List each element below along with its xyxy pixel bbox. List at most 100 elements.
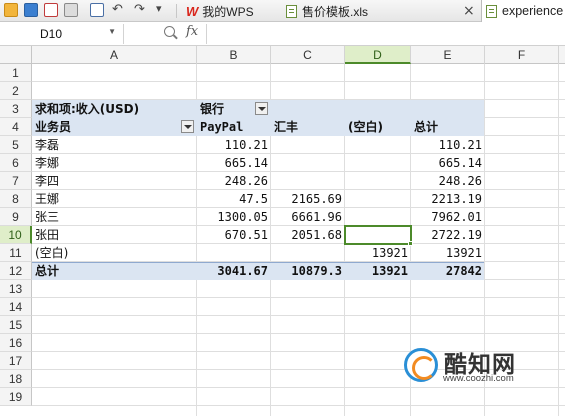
row-header[interactable]: 16 [0, 334, 32, 352]
redo-icon[interactable]: ↷ [134, 2, 145, 18]
active-cell-selection[interactable] [344, 225, 412, 245]
pivot-col-header[interactable]: 总计 [411, 118, 485, 136]
column-header-c[interactable]: C [271, 46, 345, 64]
row-field-filter-dropdown[interactable] [181, 120, 194, 133]
toolbar-divider [176, 4, 177, 18]
pivot-grand-total-label[interactable]: 总计 [32, 262, 197, 280]
name-box[interactable]: D10 ▼ [0, 24, 124, 44]
pivot-value-cell[interactable]: 2722.19 [411, 226, 485, 244]
chevron-down-icon[interactable]: ▼ [108, 27, 116, 36]
pivot-value-cell[interactable]: 110.21 [197, 136, 271, 154]
print-preview-icon[interactable] [90, 3, 104, 17]
pivot-value-cell[interactable]: 248.26 [197, 172, 271, 190]
pivot-row-field[interactable]: 业务员 [32, 118, 197, 136]
wps-logo-icon: W [186, 3, 199, 19]
row-header[interactable]: 9 [0, 208, 32, 226]
pivot-value-cell[interactable]: 6661.96 [271, 208, 345, 226]
pivot-data-field[interactable]: 求和项:收入(USD) [32, 100, 197, 118]
watermark-logo-icon [404, 348, 438, 382]
pivot-row-label[interactable]: 李四 [32, 172, 197, 190]
pivot-value-cell[interactable]: 2213.19 [411, 190, 485, 208]
tab-price-template[interactable]: 售价模板.xls [286, 1, 456, 21]
row-header[interactable]: 18 [0, 370, 32, 388]
pivot-col-header[interactable]: (空白) [345, 118, 411, 136]
pivot-value-cell[interactable]: 665.14 [411, 154, 485, 172]
pivot-value-cell[interactable] [271, 154, 345, 172]
pivot-grand-total-value[interactable]: 3041.67 [197, 262, 271, 280]
spreadsheet-file-icon [486, 4, 497, 18]
pivot-row-label[interactable]: 李娜 [32, 154, 197, 172]
column-header-f[interactable]: F [485, 46, 559, 64]
select-all-corner[interactable] [0, 46, 32, 64]
row-header[interactable]: 3 [0, 100, 32, 118]
pivot-value-cell[interactable]: 670.51 [197, 226, 271, 244]
customize-toolbar-icon[interactable]: ▾ [156, 1, 162, 17]
tab-my-wps[interactable]: W 我的WPS [186, 1, 274, 21]
row-header[interactable]: 13 [0, 280, 32, 298]
row-header[interactable]: 19 [0, 388, 32, 406]
row-header[interactable]: 12 [0, 262, 32, 280]
formula-bar: D10 ▼ fx [0, 22, 565, 46]
pivot-value-cell[interactable]: 2165.69 [271, 190, 345, 208]
column-field-filter-dropdown[interactable] [255, 102, 268, 115]
folder-open-icon[interactable] [4, 3, 18, 17]
formula-input[interactable] [206, 24, 565, 44]
row-header[interactable]: 4 [0, 118, 32, 136]
export-pdf-icon[interactable] [44, 3, 58, 17]
pivot-col-header[interactable]: PayPal [197, 118, 271, 136]
row-header[interactable]: 11 [0, 244, 32, 262]
pivot-value-cell[interactable]: 665.14 [197, 154, 271, 172]
search-icon[interactable] [164, 26, 175, 37]
function-icon[interactable]: fx [186, 24, 198, 39]
pivot-value-cell[interactable] [271, 136, 345, 154]
row-header[interactable]: 1 [0, 64, 32, 82]
pivot-value-cell[interactable] [197, 244, 271, 262]
fill-handle[interactable] [408, 241, 413, 246]
pivot-value-cell[interactable] [345, 208, 411, 226]
pivot-row-label[interactable]: 张田 [32, 226, 197, 244]
pivot-value-cell[interactable] [345, 154, 411, 172]
tab-experience[interactable]: experience [481, 0, 565, 22]
pivot-row-label[interactable]: 李磊 [32, 136, 197, 154]
pivot-value-cell[interactable]: 2051.68 [271, 226, 345, 244]
pivot-value-cell[interactable] [345, 190, 411, 208]
pivot-value-cell[interactable] [345, 136, 411, 154]
undo-icon[interactable]: ↶ [112, 2, 123, 18]
column-header-e[interactable]: E [411, 46, 485, 64]
tab-experience-label: experience [502, 4, 564, 18]
row-header[interactable]: 8 [0, 190, 32, 208]
row-header[interactable]: 7 [0, 172, 32, 190]
pivot-row-label[interactable]: 王娜 [32, 190, 197, 208]
pivot-value-cell[interactable]: 1300.05 [197, 208, 271, 226]
row-header[interactable]: 2 [0, 82, 32, 100]
column-header-a[interactable]: A [32, 46, 197, 64]
watermark-url: www.coozhi.com [443, 373, 514, 384]
row-header[interactable]: 6 [0, 154, 32, 172]
close-tab-icon[interactable]: × [463, 1, 475, 21]
column-header-b[interactable]: B [197, 46, 271, 64]
pivot-value-cell[interactable]: 7962.01 [411, 208, 485, 226]
row-header[interactable]: 10 [0, 226, 32, 244]
pivot-value-cell[interactable]: 248.26 [411, 172, 485, 190]
pivot-value-cell[interactable] [345, 172, 411, 190]
pivot-value-cell[interactable]: 13921 [411, 244, 485, 262]
tab-price-template-label: 售价模板.xls [302, 4, 369, 19]
row-header[interactable]: 5 [0, 136, 32, 154]
pivot-value-cell[interactable]: 13921 [345, 244, 411, 262]
pivot-grand-total-value[interactable]: 10879.3 [271, 262, 345, 280]
print-icon[interactable] [64, 3, 78, 17]
column-header-d[interactable]: D [345, 46, 411, 64]
pivot-value-cell[interactable] [271, 172, 345, 190]
pivot-value-cell[interactable] [271, 244, 345, 262]
pivot-value-cell[interactable]: 110.21 [411, 136, 485, 154]
pivot-row-label[interactable]: 张三 [32, 208, 197, 226]
pivot-grand-total-value[interactable]: 13921 [345, 262, 411, 280]
row-header[interactable]: 17 [0, 352, 32, 370]
row-header[interactable]: 14 [0, 298, 32, 316]
row-header[interactable]: 15 [0, 316, 32, 334]
pivot-row-label[interactable]: (空白) [32, 244, 197, 262]
pivot-grand-total-value[interactable]: 27842 [411, 262, 485, 280]
save-icon[interactable] [24, 3, 38, 17]
pivot-col-header[interactable]: 汇丰 [271, 118, 345, 136]
pivot-value-cell[interactable]: 47.5 [197, 190, 271, 208]
